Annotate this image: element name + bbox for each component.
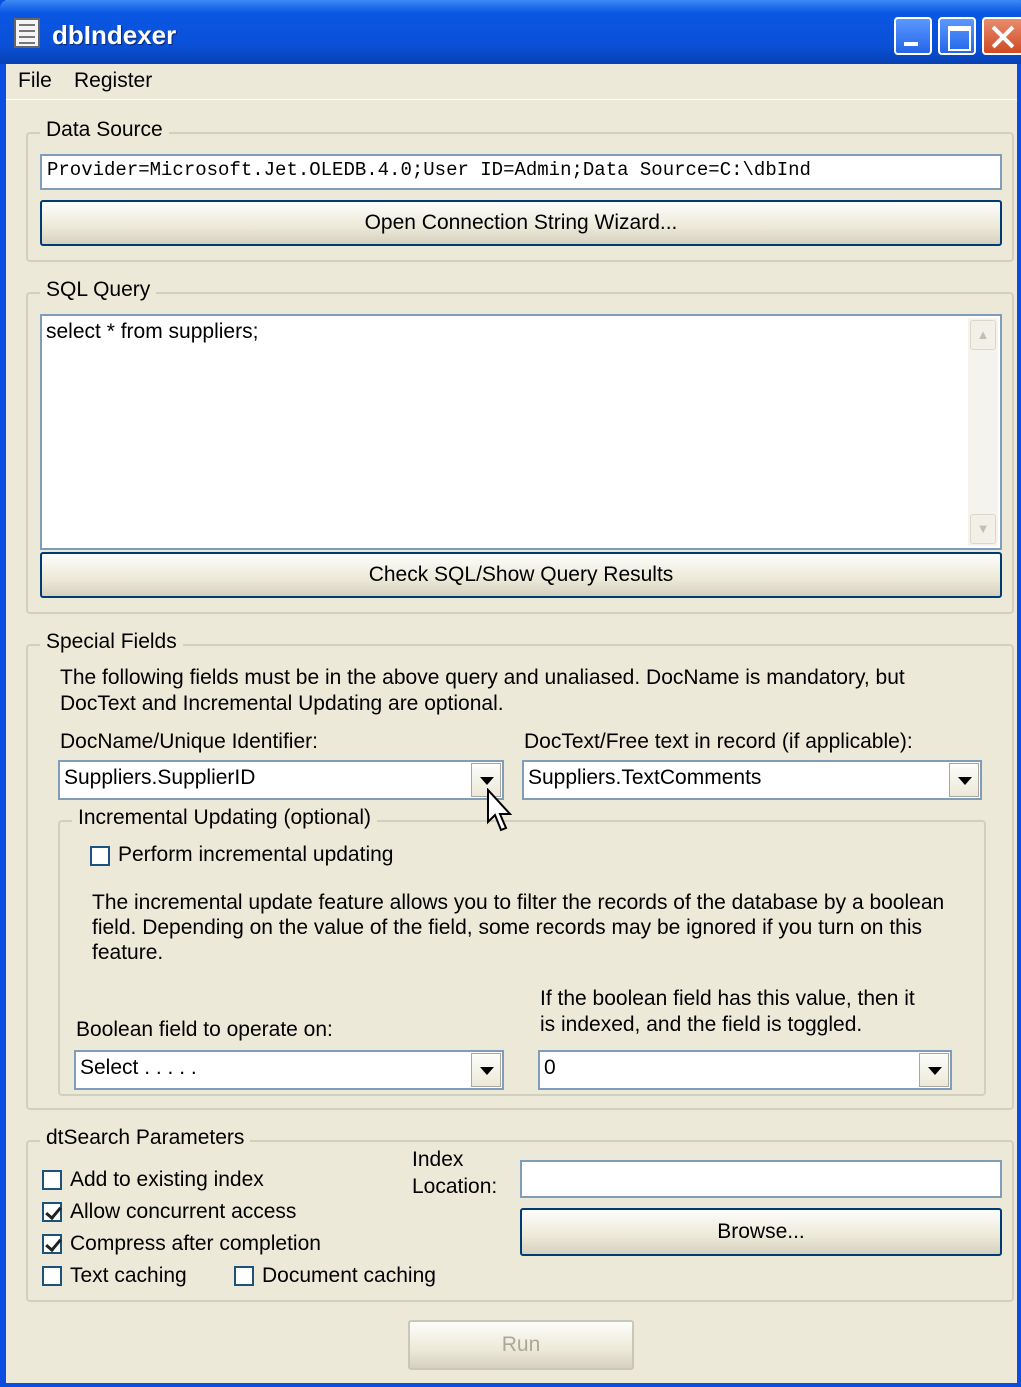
allow-concurrent-checkbox[interactable] <box>42 1202 62 1222</box>
sql-scrollbar[interactable]: ▲ ▼ <box>968 318 998 546</box>
incremental-description: The incremental update feature allows yo… <box>92 891 945 964</box>
boolean-field-value: Select . . . . . <box>80 1056 197 1079</box>
browse-button[interactable]: Browse... <box>520 1208 1002 1256</box>
add-existing-label: Add to existing index <box>70 1168 264 1191</box>
maximize-button[interactable] <box>938 17 976 55</box>
boolean-field-dropdown-icon[interactable] <box>471 1053 501 1087</box>
text-caching-label: Text caching <box>70 1264 187 1287</box>
connection-string-input[interactable]: Provider=Microsoft.Jet.OLEDB.4.0;User ID… <box>40 154 1002 190</box>
document-caching-checkbox[interactable] <box>234 1266 254 1286</box>
minimize-button[interactable] <box>894 17 932 55</box>
window-title: dbIndexer <box>52 20 177 50</box>
special-fields-label: Special Fields <box>40 630 183 654</box>
title-bar[interactable]: dbIndexer <box>0 0 1021 64</box>
perform-incremental-checkbox[interactable] <box>90 846 110 866</box>
connection-wizard-button[interactable]: Open Connection String Wizard... <box>40 200 1002 246</box>
perform-incremental-label: Perform incremental updating <box>118 843 394 866</box>
sql-query-text: select * from suppliers; <box>46 320 259 343</box>
doctext-dropdown-icon[interactable] <box>949 763 979 797</box>
boolean-value-combo[interactable]: 0 <box>538 1050 952 1090</box>
allow-concurrent-label: Allow concurrent access <box>70 1200 297 1223</box>
boolean-value-dropdown-icon[interactable] <box>919 1053 949 1087</box>
boolean-field-label: Boolean field to operate on: <box>76 1018 333 1041</box>
docname-combo[interactable]: Suppliers.SupplierID <box>58 760 504 800</box>
menu-file[interactable]: File <box>18 69 52 93</box>
dtsearch-label: dtSearch Parameters <box>40 1126 251 1150</box>
menu-bar: File Register <box>6 64 1017 100</box>
connection-string-value: Provider=Microsoft.Jet.OLEDB.4.0;User ID… <box>47 159 811 181</box>
add-existing-checkbox[interactable] <box>42 1170 62 1190</box>
compress-checkbox[interactable] <box>42 1234 62 1254</box>
special-fields-description: The following fields must be in the abov… <box>60 666 905 715</box>
index-location-input[interactable] <box>520 1160 1002 1198</box>
scroll-down-icon[interactable]: ▼ <box>970 514 996 544</box>
value-label: If the boolean field has this value, the… <box>540 987 915 1036</box>
run-button[interactable]: Run <box>408 1320 634 1370</box>
dbindexer-window: dbIndexer File Register Data Source Prov… <box>0 0 1021 1387</box>
data-source-label: Data Source <box>40 118 169 142</box>
doctext-combo[interactable]: Suppliers.TextComments <box>522 760 982 800</box>
boolean-value-value: 0 <box>544 1056 556 1079</box>
text-caching-checkbox[interactable] <box>42 1266 62 1286</box>
scroll-up-icon[interactable]: ▲ <box>970 320 996 350</box>
check-sql-button[interactable]: Check SQL/Show Query Results <box>40 552 1002 598</box>
index-location-label: Index Location: <box>412 1148 498 1198</box>
boolean-field-combo[interactable]: Select . . . . . <box>74 1050 504 1090</box>
docname-label: DocName/Unique Identifier: <box>60 730 318 753</box>
compress-label: Compress after completion <box>70 1232 321 1255</box>
sql-query-textarea[interactable]: select * from suppliers; ▲ ▼ <box>40 314 1002 550</box>
document-caching-label: Document caching <box>262 1264 436 1287</box>
incremental-label: Incremental Updating (optional) <box>72 806 377 830</box>
docname-value: Suppliers.SupplierID <box>64 766 256 789</box>
doctext-label: DocText/Free text in record (if applicab… <box>524 730 913 753</box>
app-icon <box>14 18 40 48</box>
sql-query-label: SQL Query <box>40 278 157 302</box>
close-button[interactable] <box>982 17 1021 55</box>
mouse-cursor-icon <box>487 788 513 832</box>
doctext-value: Suppliers.TextComments <box>528 766 762 789</box>
menu-register[interactable]: Register <box>74 69 152 93</box>
